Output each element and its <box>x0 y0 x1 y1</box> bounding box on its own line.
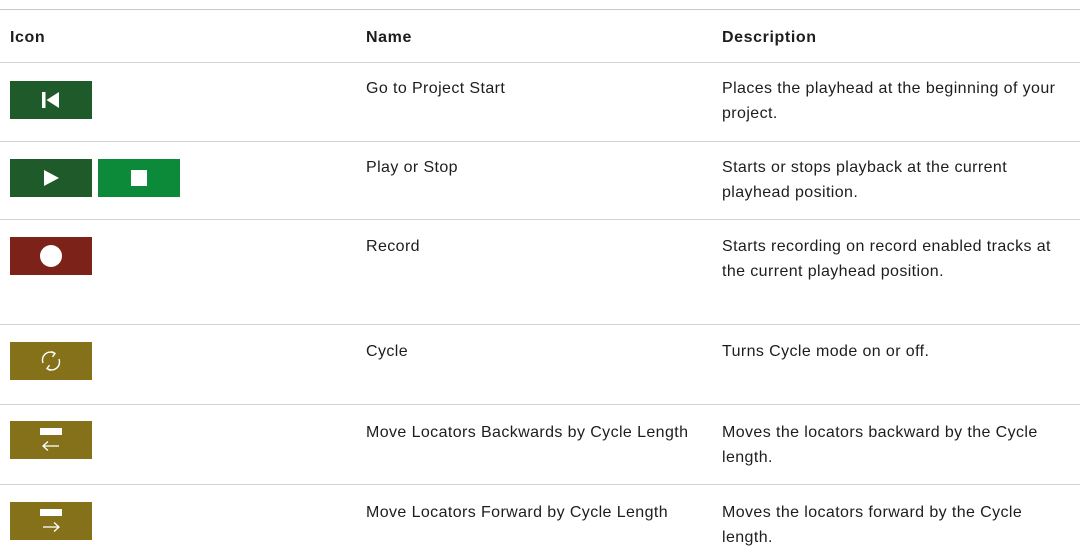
row-name: Cycle <box>366 343 409 360</box>
skip-to-start-icon <box>10 81 92 119</box>
row-name: Go to Project Start <box>366 80 506 97</box>
header-divider <box>0 62 1080 63</box>
play-icon <box>10 159 92 197</box>
move-locators-backward-icon <box>10 421 92 459</box>
cycle-icon <box>10 342 92 380</box>
row-divider <box>0 141 1080 142</box>
column-header-icon: Icon <box>10 29 46 46</box>
record-icon <box>10 237 92 275</box>
column-header-description: Description <box>722 29 817 46</box>
row-name: Play or Stop <box>366 159 458 176</box>
row-name: Record <box>366 238 420 255</box>
column-header-name: Name <box>366 29 412 46</box>
row-description: Places the playhead at the beginning of … <box>722 80 1056 122</box>
row-divider <box>0 404 1080 405</box>
row-divider <box>0 219 1080 220</box>
row-description: Moves the locators forward by the Cycle … <box>722 504 1023 546</box>
stop-icon <box>98 159 180 197</box>
row-description: Turns Cycle mode on or off. <box>722 343 930 360</box>
row-description: Moves the locators backward by the Cycle… <box>722 424 1038 466</box>
row-description: Starts or stops playback at the current … <box>722 159 1008 201</box>
row-description: Starts recording on record enabled track… <box>722 238 1051 280</box>
row-divider <box>0 324 1080 325</box>
row-divider <box>0 484 1080 485</box>
row-name: Move Locators Forward by Cycle Length <box>366 504 669 521</box>
move-locators-forward-icon <box>10 502 92 540</box>
row-name: Move Locators Backwards by Cycle Length <box>366 424 689 441</box>
table-top-border <box>0 9 1080 10</box>
